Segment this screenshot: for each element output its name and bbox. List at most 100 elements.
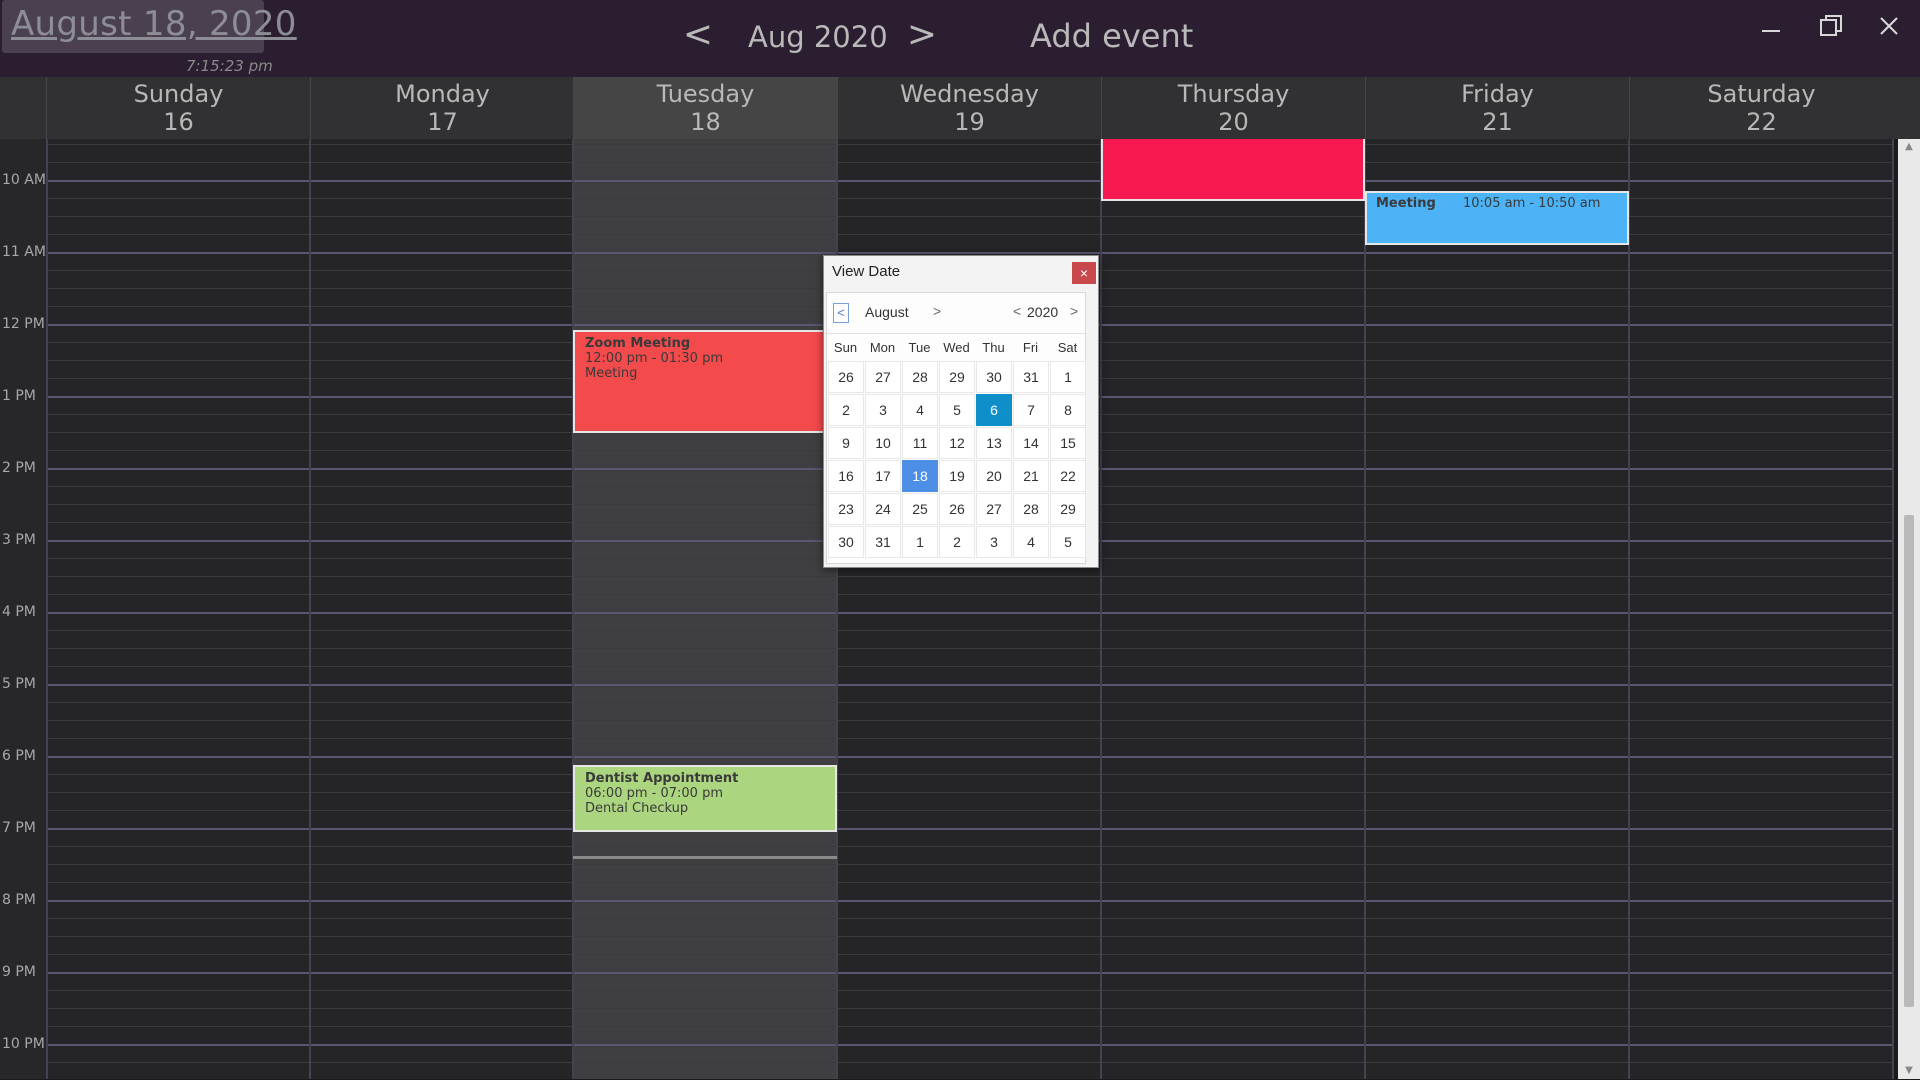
slot-gridline (46, 936, 1894, 937)
day-header-tuesday[interactable]: Tuesday 18 (573, 77, 837, 139)
day-number: 21 (1482, 108, 1513, 136)
calendar-day-cell[interactable]: 16 (828, 460, 864, 492)
weekday-label: Sun (833, 340, 858, 355)
calendar-day-cell[interactable]: 18 (902, 460, 938, 492)
calendar-day-cell[interactable]: 26 (828, 361, 864, 393)
calendar-year[interactable]: 2020 (1027, 304, 1058, 320)
next-month-button[interactable]: > (902, 14, 942, 55)
event-zoom-meeting[interactable]: Zoom Meeting 12:00 pm - 01:30 pm Meeting (573, 330, 837, 433)
calendar-day-cell[interactable]: 19 (939, 460, 975, 492)
day-header-thursday[interactable]: Thursday 20 (1101, 77, 1365, 139)
day-name: Tuesday (656, 80, 755, 108)
calendar-day-cell[interactable]: 2 (939, 526, 975, 558)
time-label: 7 PM (2, 820, 36, 836)
scrollbar-thumb[interactable] (1904, 515, 1914, 1007)
calendar-day-cell[interactable]: 4 (1013, 526, 1049, 558)
calendar-day-cell[interactable]: 7 (1013, 394, 1049, 426)
event-meeting[interactable]: Meeting 10:05 am - 10:50 am (1365, 191, 1629, 245)
calendar-day-cell[interactable]: 5 (939, 394, 975, 426)
day-header-saturday[interactable]: Saturday 22 (1629, 77, 1893, 139)
calendar-day-cell[interactable]: 9 (828, 427, 864, 459)
calendar-day-cell[interactable]: 22 (1050, 460, 1086, 492)
day-header-friday[interactable]: Friday 21 (1365, 77, 1629, 139)
next-year-icon[interactable]: > (1070, 303, 1078, 319)
calendar-month[interactable]: August (865, 304, 909, 320)
hour-gridline (46, 684, 1894, 686)
slot-gridline (46, 648, 1894, 649)
close-button[interactable] (1864, 6, 1914, 46)
calendar-day-cell[interactable]: 25 (902, 493, 938, 525)
slot-gridline (46, 144, 1894, 145)
calendar-day-cell[interactable]: 30 (976, 361, 1012, 393)
minimize-button[interactable] (1746, 6, 1796, 46)
time-label: 6 PM (2, 748, 36, 764)
next-month-icon[interactable]: > (933, 303, 941, 319)
calendar-day-cell[interactable]: 5 (1050, 526, 1086, 558)
calendar-day-cell[interactable]: 17 (865, 460, 901, 492)
calendar-day-cell[interactable]: 10 (865, 427, 901, 459)
calendar-day-cell[interactable]: 6 (976, 394, 1012, 426)
calendar-day-cell[interactable]: 15 (1050, 427, 1086, 459)
weekday-label: Mon (869, 340, 896, 355)
calendar-day-cell[interactable]: 1 (1050, 361, 1086, 393)
event-title: Meeting (1376, 196, 1436, 211)
weekday-label: Fri (1022, 340, 1039, 355)
slot-gridline (46, 846, 1894, 847)
slot-gridline (46, 918, 1894, 919)
hour-gridline (46, 180, 1894, 182)
calendar-day-cell[interactable]: 24 (865, 493, 901, 525)
calendar-day-cell[interactable]: 2 (828, 394, 864, 426)
slot-gridline (46, 774, 1894, 775)
calendar-day-cell[interactable]: 12 (939, 427, 975, 459)
calendar-day-cell[interactable]: 27 (865, 361, 901, 393)
calendar-day-cell[interactable]: 14 (1013, 427, 1049, 459)
calendar-day-cell[interactable]: 3 (865, 394, 901, 426)
calendar-day-cell[interactable]: 29 (1050, 493, 1086, 525)
hour-gridline (46, 252, 1894, 254)
calendar-day-cell[interactable]: 8 (1050, 394, 1086, 426)
add-event-button[interactable]: Add event (1030, 17, 1193, 55)
calendar-day-cell[interactable]: 28 (902, 361, 938, 393)
calendar-day-cell[interactable]: 28 (1013, 493, 1049, 525)
calendar-day-cell[interactable]: 30 (828, 526, 864, 558)
calendar-day-cell[interactable]: 13 (976, 427, 1012, 459)
calendar-day-cell[interactable]: 31 (1013, 361, 1049, 393)
calendar-day-cell[interactable]: 27 (976, 493, 1012, 525)
calendar-day-cell[interactable]: 23 (828, 493, 864, 525)
event-dentist-appointment[interactable]: Dentist Appointment 06:00 pm - 07:00 pm … (573, 765, 837, 832)
slot-gridline (46, 990, 1894, 991)
day-header-monday[interactable]: Monday 17 (310, 77, 574, 139)
day-header-sunday[interactable]: Sunday 16 (46, 77, 310, 139)
calendar-day-cell[interactable]: 3 (976, 526, 1012, 558)
calendar-day-cell[interactable]: 29 (939, 361, 975, 393)
scroll-down-icon[interactable]: ▼ (1898, 1063, 1920, 1079)
calendar-day-cell[interactable]: 1 (902, 526, 938, 558)
prev-year-icon[interactable]: < (1013, 303, 1021, 319)
time-label: 12 PM (2, 316, 45, 332)
calendar-day-cell[interactable]: 21 (1013, 460, 1049, 492)
event-time: 10:05 am - 10:50 am (1463, 196, 1601, 211)
slot-gridline (46, 702, 1894, 703)
slot-gridline (46, 738, 1894, 739)
calendar-day-cell[interactable]: 11 (902, 427, 938, 459)
calendar-day-cell[interactable]: 31 (865, 526, 901, 558)
calendar-day-cell[interactable]: 26 (939, 493, 975, 525)
event-thursday-morning[interactable] (1101, 139, 1365, 201)
popup-close-button[interactable]: × (1072, 262, 1096, 284)
hour-gridline (46, 756, 1894, 758)
maximize-button[interactable] (1806, 6, 1856, 46)
vertical-scrollbar[interactable]: ▲ ▼ (1898, 139, 1920, 1079)
calendar-day-cell[interactable]: 20 (976, 460, 1012, 492)
day-name: Saturday (1707, 80, 1816, 108)
current-date-link[interactable]: August 18, 2020 (11, 4, 297, 44)
calendar-day-cell[interactable]: 4 (902, 394, 938, 426)
weekday-header: Sun Mon Tue Wed Thu Fri Sat (827, 333, 1085, 360)
day-header-wednesday[interactable]: Wednesday 19 (837, 77, 1101, 139)
hour-gridline (46, 1044, 1894, 1046)
prev-month-icon[interactable]: < (833, 303, 849, 323)
scroll-up-icon[interactable]: ▲ (1898, 139, 1920, 155)
day-header-row: Sunday 16 Monday 17 Tuesday 18 Wednesday… (0, 77, 1920, 139)
previous-month-button[interactable]: < (678, 14, 718, 55)
event-description: Dental Checkup (585, 801, 689, 816)
current-date-button[interactable]: August 18, 2020 (2, 0, 296, 53)
